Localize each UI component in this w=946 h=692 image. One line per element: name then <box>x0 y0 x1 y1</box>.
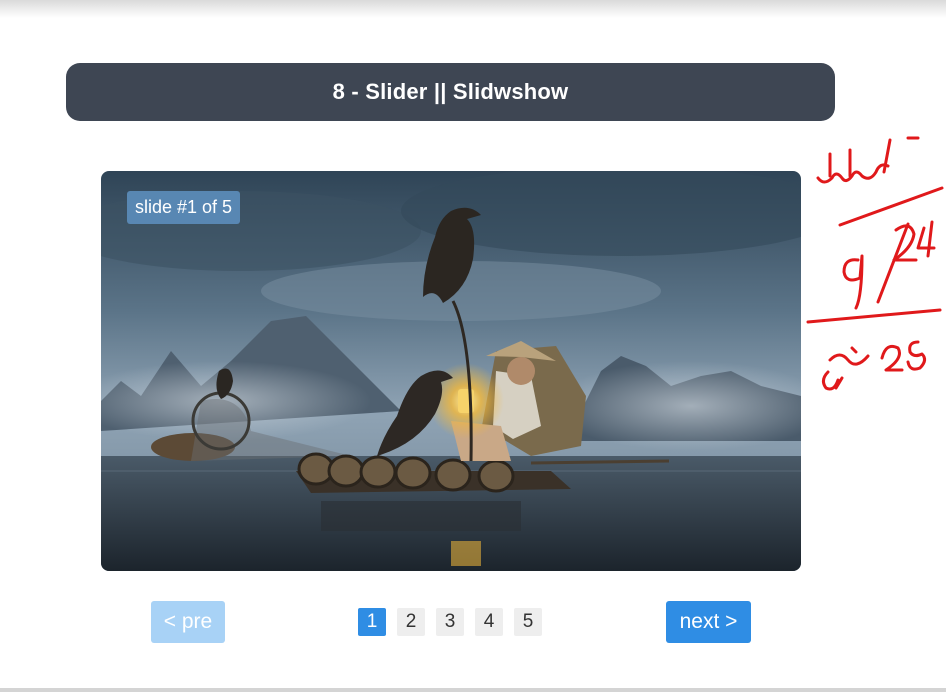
page-number-2[interactable]: 2 <box>397 608 425 636</box>
browser-top-shadow <box>0 0 946 18</box>
page-header: 8 - Slider || Slidwshow <box>66 63 835 121</box>
page-title: 8 - Slider || Slidwshow <box>332 79 569 104</box>
slider-pagination: < pre 1 2 3 4 5 next > <box>0 601 946 643</box>
page-number-1[interactable]: 1 <box>358 608 386 636</box>
prev-button[interactable]: < pre <box>151 601 225 643</box>
page-number-5[interactable]: 5 <box>514 608 542 636</box>
slide-image: slide #1 of 5 <box>101 171 801 571</box>
handwritten-annotation <box>806 136 944 391</box>
fisherman-photo <box>101 171 801 571</box>
next-button[interactable]: next > <box>666 601 751 643</box>
page-number-3[interactable]: 3 <box>436 608 464 636</box>
page-number-4[interactable]: 4 <box>475 608 503 636</box>
page-number-list: 1 2 3 4 5 <box>358 608 542 636</box>
slide-counter: slide #1 of 5 <box>127 191 241 224</box>
bottom-divider <box>0 688 946 692</box>
